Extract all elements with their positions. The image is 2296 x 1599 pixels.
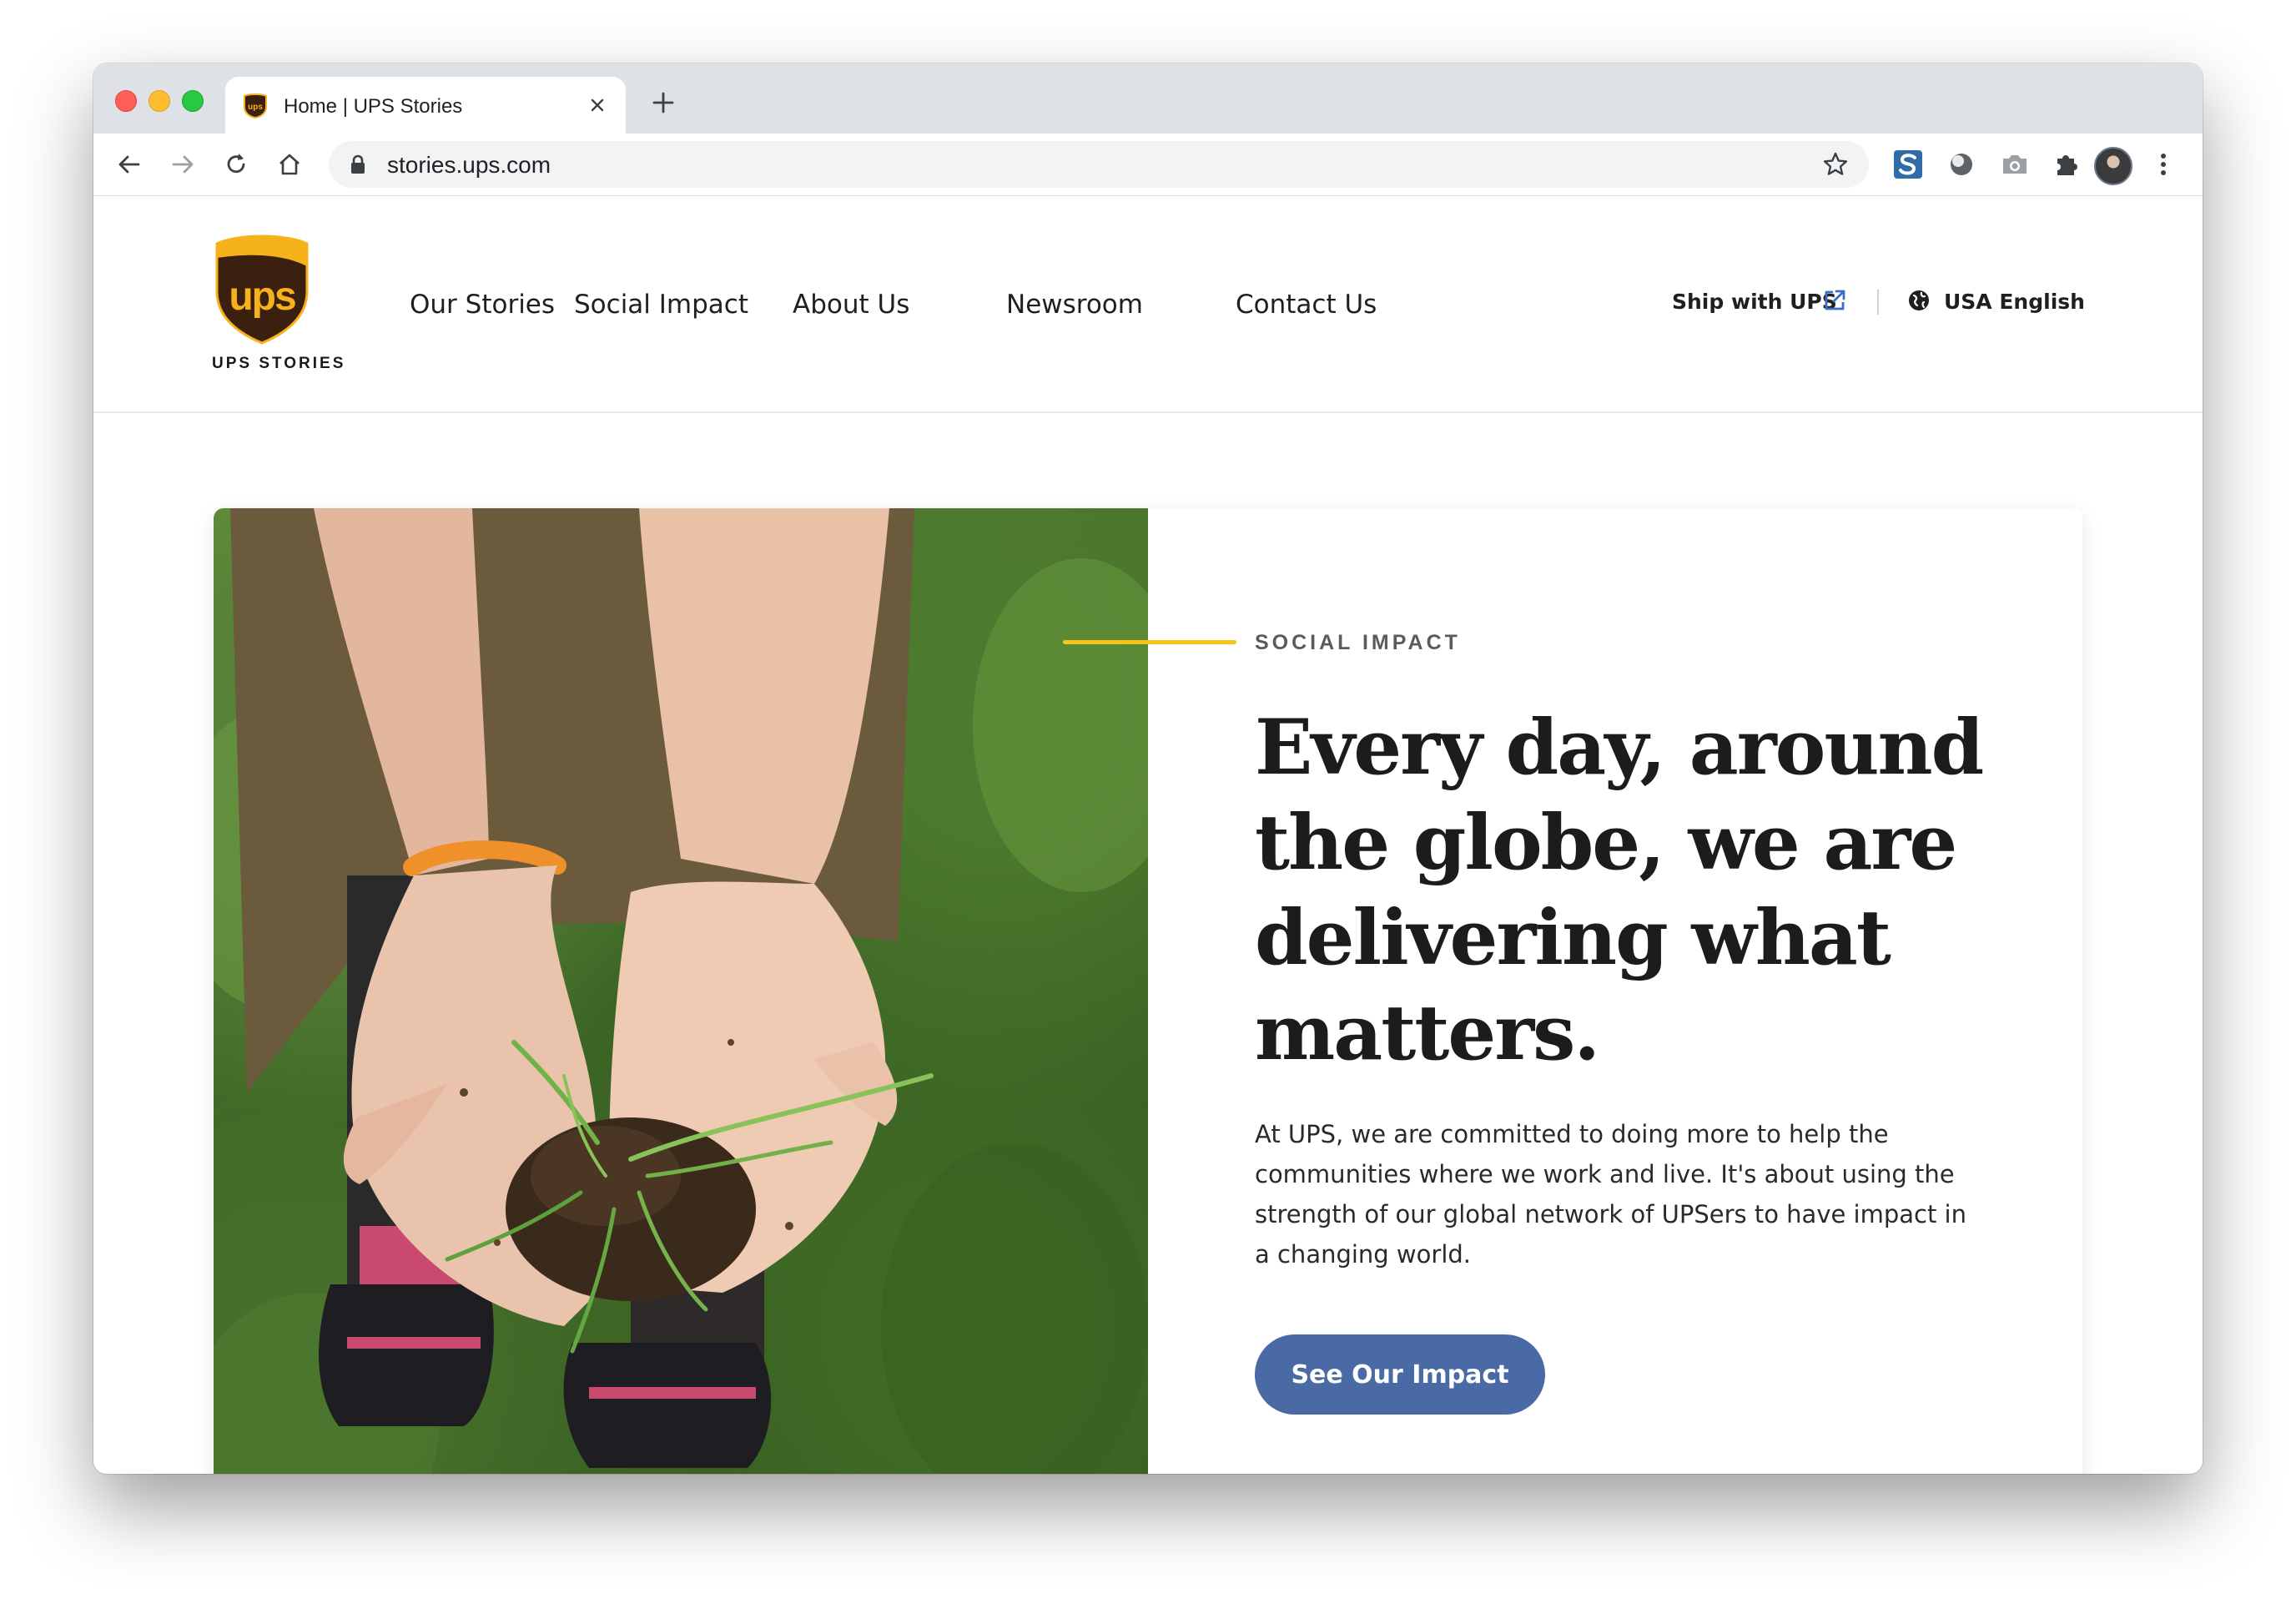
bookmark-star-icon[interactable] — [1822, 151, 1849, 178]
see-our-impact-button[interactable]: See Our Impact — [1255, 1334, 1545, 1415]
new-tab-icon[interactable] — [651, 90, 676, 115]
forward-icon[interactable] — [169, 150, 197, 179]
tab-title: Home | UPS Stories — [284, 95, 463, 118]
reload-icon[interactable] — [222, 150, 250, 179]
utility-divider — [1877, 290, 1879, 315]
lock-icon — [351, 154, 365, 174]
svg-text:ups: ups — [229, 275, 295, 319]
web-page: ups UPS STORIES Our Stories Social Impac… — [93, 196, 2203, 1474]
hero-photo-hands-soil — [214, 508, 1148, 1474]
eyebrow-accent-line — [1063, 640, 1236, 644]
hero-eyebrow: SOCIAL IMPACT — [1255, 631, 1461, 654]
close-window-button[interactable] — [115, 90, 137, 112]
address-bar[interactable]: stories.ups.com — [329, 141, 1869, 188]
globe-icon[interactable] — [1907, 289, 1931, 312]
nav-contact-us[interactable]: Contact Us — [1236, 290, 1377, 320]
hero-card: SOCIAL IMPACT Every day, around the glob… — [214, 508, 2082, 1474]
hero-headline: Every day, around the globe, we are deli… — [1255, 704, 1984, 1077]
url-text: stories.ups.com — [387, 152, 551, 178]
zoom-window-button[interactable] — [182, 90, 204, 112]
close-tab-icon[interactable] — [587, 95, 607, 115]
nav-social-impact[interactable]: Social Impact — [574, 290, 748, 320]
browser-window: ups Home | UPS Stories stories.ups.com u… — [93, 63, 2203, 1474]
ups-logo-icon[interactable]: ups — [214, 233, 310, 346]
hero-body: At UPS, we are committed to doing more t… — [1255, 1120, 1966, 1269]
nav-newsroom[interactable]: Newsroom — [1006, 290, 1143, 320]
back-icon[interactable] — [115, 150, 144, 179]
minimize-window-button[interactable] — [149, 90, 170, 112]
ups-favicon-icon: ups — [244, 93, 267, 119]
extension-s-icon[interactable] — [1892, 149, 1924, 180]
camera-icon[interactable] — [1999, 149, 2031, 180]
home-icon[interactable] — [275, 150, 304, 179]
browser-toolbar: stories.ups.com — [93, 134, 2203, 196]
extension-circle-icon[interactable] — [1946, 149, 1977, 180]
ship-with-ups-link[interactable]: Ship with UPS — [1672, 290, 1837, 314]
site-header: ups UPS STORIES Our Stories Social Impac… — [93, 196, 2203, 413]
nav-about-us[interactable]: About Us — [793, 290, 909, 320]
tab-strip: ups Home | UPS Stories — [93, 63, 2203, 134]
external-link-icon[interactable] — [1822, 288, 1847, 313]
browser-tab[interactable]: ups Home | UPS Stories — [225, 77, 626, 134]
menu-kebab-icon[interactable] — [2147, 149, 2179, 180]
extensions-puzzle-icon[interactable] — [2051, 149, 2082, 180]
language-selector[interactable]: USA English — [1944, 290, 2085, 314]
logo-wordmark[interactable]: UPS STORIES — [212, 355, 345, 373]
profile-avatar[interactable] — [2094, 147, 2132, 185]
nav-our-stories[interactable]: Our Stories — [410, 290, 555, 320]
svg-text:ups: ups — [248, 103, 263, 112]
